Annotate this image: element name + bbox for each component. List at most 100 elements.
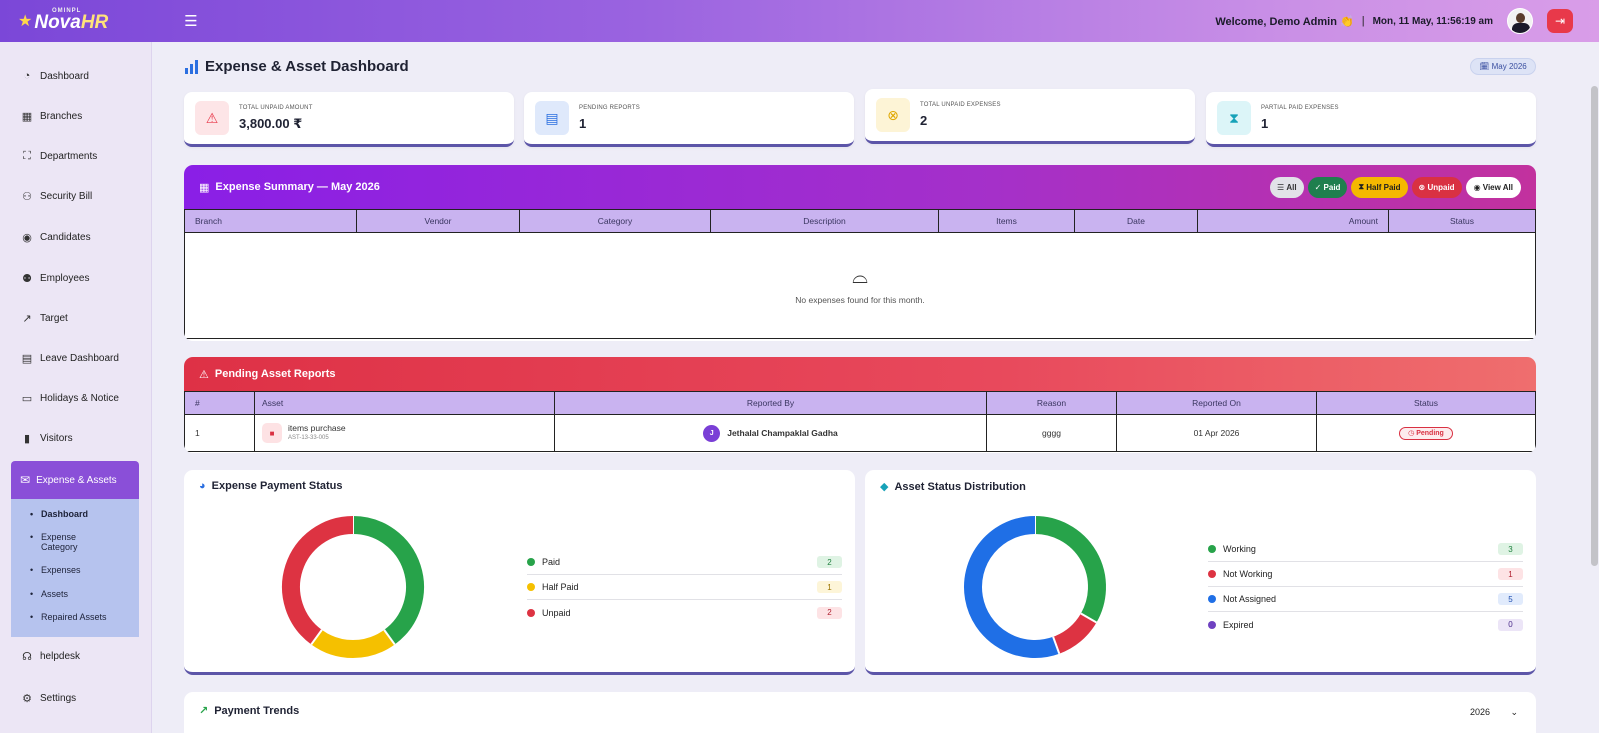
col-amount[interactable]: Amount — [1197, 209, 1389, 233]
scrollbar-thumb[interactable] — [1591, 86, 1598, 566]
asset-reports-header: ⚠ Pending Asset Reports — [184, 357, 1536, 391]
sidebar-item-leave-dashboard[interactable]: ▤ Leave Dashboard — [0, 341, 152, 375]
legend-count: 5 — [1498, 593, 1523, 605]
logout-button[interactable]: ⇥ — [1547, 9, 1573, 33]
year-select[interactable]: 2026 ⌄ — [1470, 704, 1518, 720]
gear-icon: ⚙ — [22, 692, 32, 705]
bar-chart-icon — [185, 59, 198, 74]
submenu-dashboard[interactable]: Dashboard — [30, 509, 88, 519]
col-reason: Reason — [986, 391, 1117, 415]
submenu-assets[interactable]: Assets — [30, 589, 68, 599]
submenu-expense-category[interactable]: Expense Category — [30, 532, 101, 552]
expense-summary-panel: ▦ Expense Summary — May 2026 ☰ All ✓ Pai… — [184, 165, 1536, 341]
asset-box-icon: ■ — [262, 423, 282, 443]
cell-reported-by: J Jethalal Champaklal Gadha — [554, 414, 987, 452]
legend-dot — [1208, 620, 1216, 629]
expense-table: Branch Vendor Category Description Items… — [184, 209, 1536, 339]
hourglass-icon: ⧗ — [1217, 101, 1251, 135]
col-category[interactable]: Category — [519, 209, 711, 233]
col-reported-by: Reported By — [554, 391, 987, 415]
asset-status-title: ◆ Asset Status Distribution — [880, 480, 1026, 494]
asset-code: AST-13-33-005 — [288, 435, 329, 441]
sidebar: ◔ Dashboard ▦ Branches ⛶ Departments ⚇ Secur… — [0, 42, 152, 733]
donut-slice-half-paid[interactable] — [311, 629, 395, 658]
col-branch[interactable]: Branch — [184, 209, 357, 233]
sidebar-item-holidays[interactable]: ▭ Holidays & Notice — [0, 381, 152, 415]
col-asset: Asset — [254, 391, 555, 415]
people-fill-icon: ⚉ — [22, 272, 32, 285]
donut-slice-unpaid[interactable] — [282, 516, 354, 645]
chevron-down-icon: ⌄ — [1510, 706, 1518, 717]
list-icon: ☰ — [1276, 182, 1287, 192]
x-circle-icon: ⊗ — [876, 98, 910, 132]
legend-count: 1 — [1498, 568, 1523, 580]
sidebar-item-visitors[interactable]: ▮ Visitors — [0, 421, 152, 455]
inbox-icon: ⌓ — [852, 266, 868, 288]
sidebar-item-expense-assets[interactable]: ✉ Expense & Assets — [11, 461, 139, 499]
building-icon: ▦ — [21, 110, 33, 123]
col-items[interactable]: Items — [938, 209, 1075, 233]
donut-slice-not-assigned[interactable] — [964, 516, 1060, 658]
legend-count: 3 — [1498, 543, 1523, 555]
asset-reports-panel: ⚠ Pending Asset Reports # Asset Reported… — [184, 357, 1536, 453]
sidebar-item-label: Departments — [40, 150, 98, 162]
sidebar-item-label: Candidates — [40, 231, 91, 243]
warning-icon: ⚠ — [199, 368, 209, 381]
col-description[interactable]: Description — [710, 209, 939, 233]
table-icon: ▦ — [199, 181, 210, 194]
sidebar-item-departments[interactable]: ⛶ Departments — [0, 139, 152, 173]
sidebar-item-employees[interactable]: ⚉ Employees — [0, 261, 152, 295]
filter-label: View All — [1482, 182, 1513, 192]
donut-slice-working[interactable] — [1034, 516, 1106, 623]
sidebar-item-settings[interactable]: ⚙ Settings — [0, 681, 152, 715]
filter-all-button[interactable]: ☰ All — [1269, 176, 1304, 198]
eye-icon: ◉ — [1473, 182, 1483, 192]
sidebar-item-label: Expense & Assets — [36, 474, 117, 486]
sidebar-item-security-bill[interactable]: ⚇ Security Bill — [0, 179, 152, 213]
calendar-icon: ▤ — [21, 352, 33, 365]
submenu-expenses[interactable]: Expenses — [30, 565, 80, 575]
legend-count: 1 — [817, 581, 842, 593]
filter-label: Unpaid — [1427, 182, 1455, 192]
user-avatar[interactable] — [1507, 8, 1533, 34]
star-icon: ★ — [18, 13, 33, 30]
table-row[interactable]: 1 ■ items purchase AST-13-33-005 J Jethalal… — [184, 414, 1536, 452]
legend-count: 0 — [1498, 618, 1523, 631]
legend-label: Working — [1223, 544, 1256, 554]
scrollbar[interactable] — [1589, 42, 1599, 733]
filter-unpaid-button[interactable]: ⊗ Unpaid — [1411, 176, 1462, 198]
menu-toggle-icon[interactable]: ☰ — [180, 10, 202, 32]
submenu-repaired-assets[interactable]: Repaired Assets — [30, 612, 106, 622]
legend-label: Paid — [542, 557, 561, 567]
reporter-name: Jethalal Champaklal Gadha — [727, 427, 838, 438]
sidebar-item-dashboard[interactable]: ◔ Dashboard — [0, 59, 152, 93]
year-value: 2026 — [1470, 707, 1491, 717]
check-circle-icon: ✓ — [1314, 182, 1324, 192]
legend-working: Working 3 — [1208, 537, 1523, 562]
sidebar-item-branches[interactable]: ▦ Branches — [0, 99, 152, 133]
filter-paid-button[interactable]: ✓ Paid — [1307, 176, 1348, 198]
sidebar-item-target[interactable]: ↗ Target — [0, 301, 152, 335]
sidebar-item-helpdesk[interactable]: ☊ helpdesk — [0, 639, 152, 673]
col-status[interactable]: Status — [1388, 209, 1536, 233]
legend-label: Not Assigned — [1223, 594, 1277, 604]
page-title-text: Expense & Asset Dashboard — [205, 58, 409, 75]
filter-label: All — [1286, 182, 1297, 192]
col-vendor[interactable]: Vendor — [356, 209, 520, 233]
view-all-button[interactable]: ◉ View All — [1465, 176, 1521, 198]
donut-slice-not-working[interactable] — [1052, 613, 1097, 654]
col-date[interactable]: Date — [1074, 209, 1198, 233]
pie-chart-icon: ◕ — [199, 480, 206, 492]
col-reported-on: Reported On — [1116, 391, 1317, 415]
stat-card-unpaid-amount: ⚠ Total Unpaid Amount 3,800.00 ₹ — [184, 92, 514, 147]
donut-slice-paid[interactable] — [352, 516, 424, 645]
asset-reports-table: # Asset Reported By Reason Reported On S… — [184, 391, 1536, 452]
brand-logo[interactable]: ★ OMINPL NovaHR — [0, 0, 150, 42]
month-badge[interactable]: 🗓 May 2026 — [1470, 58, 1536, 75]
sidebar-item-candidates[interactable]: ◉ Candidates — [0, 220, 152, 254]
filter-half-paid-button[interactable]: ⧗ Half Paid — [1351, 176, 1408, 198]
legend-count: 2 — [817, 606, 842, 619]
payment-trends-title: ↗ Payment Trends — [199, 704, 299, 718]
payment-status-title: ◕ Expense Payment Status — [199, 480, 343, 492]
asset-name: items purchase — [288, 423, 346, 433]
